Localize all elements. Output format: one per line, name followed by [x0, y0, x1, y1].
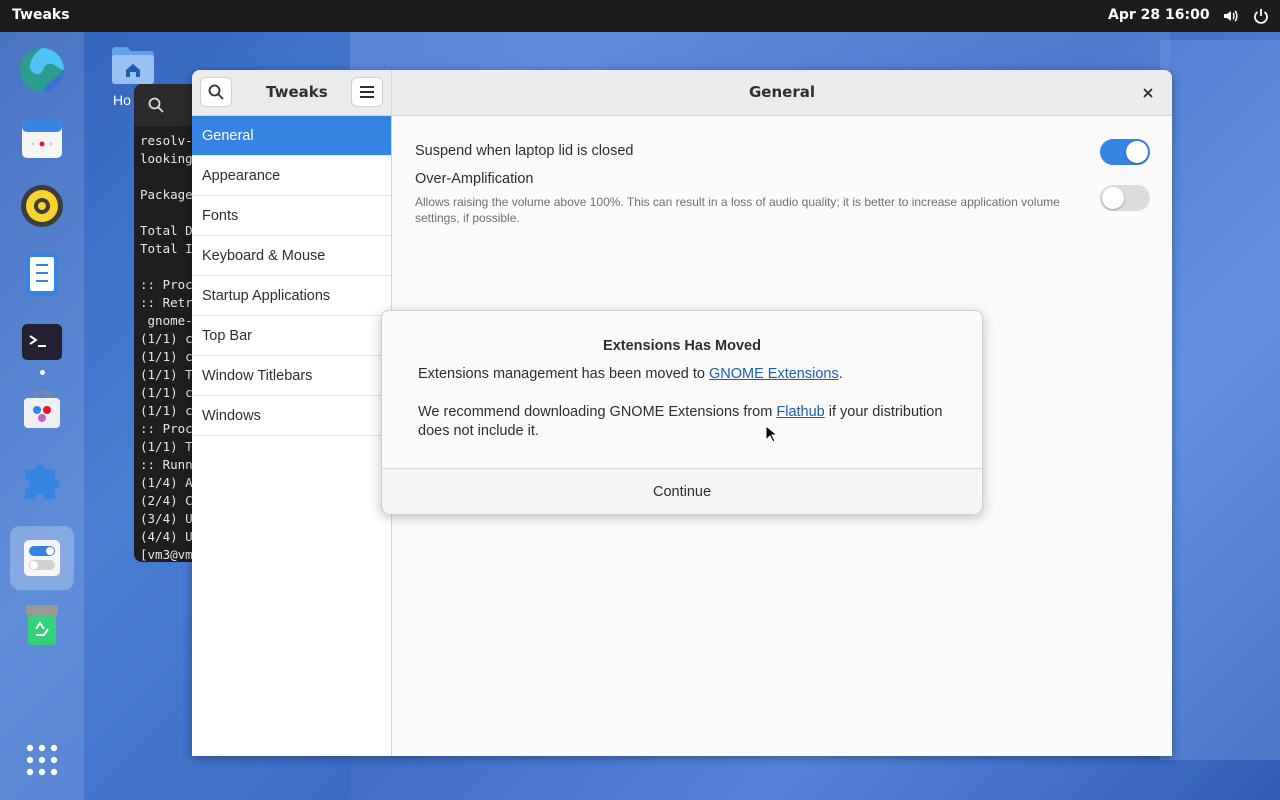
- sidebar-item-keyboard-mouse[interactable]: Keyboard & Mouse: [192, 236, 391, 276]
- running-indicator: [40, 370, 45, 375]
- flathub-link[interactable]: Flathub: [776, 404, 824, 420]
- sidebar: General Appearance Fonts Keyboard & Mous…: [192, 116, 392, 756]
- overamp-description: Allows raising the volume above 100%. Th…: [415, 195, 1060, 225]
- search-icon: [208, 84, 224, 100]
- tweaks-icon: [24, 540, 60, 576]
- volume-icon[interactable]: [1222, 7, 1240, 25]
- terminal-icon: [22, 324, 62, 360]
- show-apps-button[interactable]: [16, 734, 68, 786]
- dock-extensions[interactable]: [16, 452, 68, 504]
- sidebar-item-label: Appearance: [202, 167, 281, 184]
- app-grid-icon: [26, 744, 58, 776]
- dock-browser[interactable]: [16, 44, 68, 96]
- toggle-knob: [1102, 187, 1124, 209]
- sidebar-item-label: Windows: [202, 407, 261, 424]
- software-center-icon: [24, 390, 60, 428]
- extensions-moved-dialog: Extensions Has Moved Extensions manageme…: [381, 310, 983, 514]
- top-bar: Tweaks Apr 28 16:00: [0, 0, 1280, 32]
- suspend-label: Suspend when laptop lid is closed: [415, 143, 634, 159]
- sidebar-item-label: Fonts: [202, 207, 239, 224]
- dock-software[interactable]: [16, 384, 68, 436]
- puzzle-piece-icon: [25, 464, 60, 499]
- dialog-title: Extensions Has Moved: [603, 338, 761, 354]
- browser-icon: [20, 48, 64, 92]
- dock-tweaks[interactable]: [10, 526, 74, 590]
- dialog-text: .: [838, 366, 843, 382]
- dialog-text: We recommend downloading GNOME Extension…: [418, 404, 777, 420]
- close-button[interactable]: [1138, 83, 1158, 103]
- dialog-text: Extensions management has been moved to: [418, 366, 709, 382]
- gnome-extensions-link[interactable]: GNOME Extensions: [709, 366, 839, 382]
- sidebar-title: Tweaks: [266, 83, 328, 101]
- sidebar-header: Tweaks: [192, 70, 392, 116]
- close-icon: [1143, 88, 1153, 98]
- sidebar-item-fonts[interactable]: Fonts: [192, 196, 391, 236]
- continue-button[interactable]: Continue: [382, 469, 982, 514]
- home-folder-icon[interactable]: [110, 44, 156, 84]
- dock-text-editor[interactable]: [16, 248, 68, 300]
- dock-calendar[interactable]: [16, 112, 68, 164]
- sidebar-item-label: General: [202, 127, 254, 144]
- overamp-toggle[interactable]: [1100, 185, 1150, 211]
- sidebar-item-general[interactable]: General: [192, 116, 391, 156]
- power-icon[interactable]: [1252, 7, 1270, 25]
- sidebar-item-startup-applications[interactable]: Startup Applications: [192, 276, 391, 316]
- dock: [0, 32, 84, 800]
- main-menu-button[interactable]: [351, 77, 383, 107]
- search-button[interactable]: [200, 77, 232, 107]
- sidebar-item-label: Top Bar: [202, 327, 252, 344]
- sidebar-item-label: Keyboard & Mouse: [202, 247, 326, 264]
- activities-app-name[interactable]: Tweaks: [12, 7, 70, 23]
- text-editor-icon: [26, 253, 58, 295]
- home-folder-label[interactable]: Ho: [113, 92, 131, 108]
- search-icon[interactable]: [148, 97, 164, 113]
- dock-trash[interactable]: [16, 598, 68, 650]
- sidebar-item-label: Window Titlebars: [202, 367, 313, 384]
- wallpaper-shape: [1160, 40, 1280, 760]
- page-title: General: [749, 83, 815, 101]
- dialog-paragraph: Extensions management has been moved to …: [418, 365, 958, 384]
- suspend-toggle[interactable]: [1100, 139, 1150, 165]
- music-player-icon: [21, 185, 63, 227]
- mouse-pointer-icon: [765, 425, 777, 443]
- sidebar-item-label: Startup Applications: [202, 287, 331, 304]
- clock[interactable]: Apr 28 16:00: [1108, 7, 1210, 23]
- sidebar-item-top-bar[interactable]: Top Bar: [192, 316, 391, 356]
- trash-icon: [26, 605, 58, 645]
- content-header: General: [392, 70, 1172, 116]
- dialog-paragraph: We recommend downloading GNOME Extension…: [418, 403, 958, 441]
- hamburger-menu-icon: [360, 86, 374, 98]
- sidebar-item-windows[interactable]: Windows: [192, 396, 391, 436]
- overamp-label: Over-Amplification: [415, 171, 534, 187]
- dock-terminal[interactable]: [16, 316, 68, 368]
- sidebar-item-appearance[interactable]: Appearance: [192, 156, 391, 196]
- calendar-icon: [22, 120, 62, 158]
- dock-rhythmbox[interactable]: [16, 180, 68, 232]
- toggle-knob: [1126, 141, 1148, 163]
- sidebar-item-window-titlebars[interactable]: Window Titlebars: [192, 356, 391, 396]
